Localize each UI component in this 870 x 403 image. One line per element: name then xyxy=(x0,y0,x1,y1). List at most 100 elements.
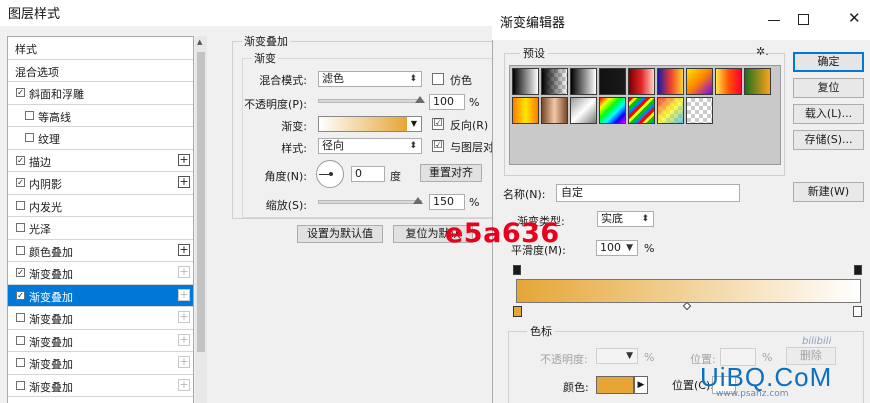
dropdown-arrow-icon[interactable]: ▼ xyxy=(407,117,421,131)
style-checkbox[interactable] xyxy=(16,200,25,210)
load-button[interactable]: 载入(L)... xyxy=(793,104,864,124)
style-checkbox[interactable] xyxy=(25,110,34,120)
style-list-item[interactable]: ✓ 斜面和浮雕 xyxy=(8,82,193,105)
style-checkbox[interactable]: ✓ xyxy=(16,155,25,165)
maximize-icon[interactable] xyxy=(798,14,809,25)
gradient-bar[interactable] xyxy=(516,279,861,303)
style-list-item[interactable]: 样式 xyxy=(8,37,193,60)
gradient-picker[interactable]: ▼ xyxy=(318,116,422,132)
style-list-item[interactable]: 颜色叠加 + xyxy=(8,240,193,262)
style-list-item[interactable]: 渐变叠加 + xyxy=(8,352,193,375)
style-list-item[interactable]: 渐变叠加 + xyxy=(8,330,193,352)
layer-style-titlebar[interactable] xyxy=(0,0,500,26)
preset-fg-bg[interactable] xyxy=(570,68,597,95)
add-effect-icon[interactable]: + xyxy=(178,311,190,323)
add-effect-icon[interactable]: + xyxy=(178,356,190,368)
style-list-item[interactable]: 纹理 xyxy=(8,127,193,150)
color-stop-left[interactable] xyxy=(513,306,522,317)
style-checkbox[interactable] xyxy=(16,313,25,322)
name-input[interactable]: 自定 xyxy=(556,184,740,202)
opacity-input[interactable]: 100 xyxy=(429,94,465,110)
preset-black[interactable] xyxy=(599,68,626,95)
reset-button[interactable]: 复位 xyxy=(793,78,864,98)
close-icon[interactable]: ✕ xyxy=(848,9,861,27)
scale-input[interactable]: 150 xyxy=(429,194,465,210)
play-arrow-icon[interactable]: ▶ xyxy=(634,376,648,394)
style-checkbox[interactable] xyxy=(16,380,25,390)
preset-spectrum[interactable] xyxy=(599,97,626,124)
reverse-checkbox[interactable]: ☑ xyxy=(432,118,444,130)
add-effect-icon[interactable]: + xyxy=(178,153,190,166)
style-checkbox[interactable]: ✓ xyxy=(16,178,25,187)
preset-green-orange[interactable] xyxy=(744,68,771,95)
preset-blue-red-yellow[interactable] xyxy=(657,68,684,95)
angle-dial[interactable] xyxy=(316,160,344,188)
style-list-item[interactable]: ✓ 描边 + xyxy=(8,150,193,172)
style-checkbox[interactable] xyxy=(16,358,25,367)
minimize-icon[interactable] xyxy=(768,20,780,21)
gradient-editor-title: 渐变编辑器 xyxy=(500,16,566,31)
style-checkbox[interactable]: ✓ xyxy=(16,88,25,97)
preset-orange-yellow[interactable] xyxy=(715,68,742,95)
style-item-label: 渐变叠加 xyxy=(29,358,73,371)
gradient-type-value: 实底 xyxy=(601,212,623,225)
style-list-item[interactable]: 等高线 xyxy=(8,105,193,127)
style-list-item[interactable]: 光泽 xyxy=(8,217,193,240)
angle-input[interactable]: 0 xyxy=(351,166,385,182)
style-item-label: 内阴影 xyxy=(29,178,62,191)
add-effect-icon[interactable]: + xyxy=(178,378,190,391)
add-effect-icon[interactable]: + xyxy=(178,176,190,188)
stop-color-swatch[interactable] xyxy=(596,376,634,394)
style-list-item[interactable]: 混合选项 xyxy=(8,60,193,82)
save-button[interactable]: 存储(S)... xyxy=(793,130,864,150)
style-checkbox[interactable]: ✓ xyxy=(16,290,25,300)
updown-arrow-icon: ⬍ xyxy=(641,214,649,224)
opacity-stop-right[interactable] xyxy=(854,265,862,275)
color-stop-right[interactable] xyxy=(853,306,862,317)
gradient-preview[interactable] xyxy=(319,117,407,131)
preset-orange[interactable] xyxy=(512,97,539,124)
gear-icon[interactable]: ✲. xyxy=(756,45,769,58)
smoothness-input[interactable]: 100 ▼ xyxy=(596,240,638,256)
add-effect-icon[interactable]: + xyxy=(178,288,190,301)
preset-yellow-violet[interactable] xyxy=(686,68,713,95)
style-list-item[interactable]: 内发光 xyxy=(8,195,193,217)
gradient-type-select[interactable]: 实底 ⬍ xyxy=(597,211,654,227)
style-select[interactable]: 径向 ⬍ xyxy=(318,138,422,154)
style-list-item[interactable]: ✓ 渐变叠加 + xyxy=(8,284,193,307)
scroll-up-icon[interactable]: ▲ xyxy=(197,38,202,46)
style-list-item[interactable]: ✓ 渐变叠加 + xyxy=(8,262,193,285)
preset-chrome[interactable] xyxy=(570,97,597,124)
preset-fg-transparent[interactable] xyxy=(541,68,568,95)
add-effect-icon[interactable]: + xyxy=(178,243,190,256)
scale-slider[interactable] xyxy=(318,200,422,204)
align-checkbox[interactable]: ☑ xyxy=(432,140,444,152)
style-checkbox[interactable] xyxy=(16,223,25,232)
preset-copper[interactable] xyxy=(541,97,568,124)
reset-align-button[interactable]: 重置对齐 xyxy=(420,164,482,182)
style-list-item[interactable]: 渐变叠加 + xyxy=(8,375,193,397)
style-list-item[interactable]: ✓ 内阴影 + xyxy=(8,172,193,195)
ok-button[interactable]: 确定 xyxy=(793,52,864,72)
scale-slider-thumb[interactable] xyxy=(412,197,423,204)
preset-red[interactable] xyxy=(628,68,655,95)
opacity-slider[interactable] xyxy=(318,99,422,103)
add-effect-icon[interactable]: + xyxy=(178,333,190,346)
preset-black-white[interactable] xyxy=(512,68,539,95)
style-list-item[interactable]: 渐变叠加 + xyxy=(8,307,193,330)
style-checkbox[interactable] xyxy=(16,335,25,345)
new-button[interactable]: 新建(W) xyxy=(793,182,864,202)
make-default-button[interactable]: 设置为默认值 xyxy=(297,225,383,243)
preset-transparent-rainbow[interactable] xyxy=(657,97,684,124)
style-checkbox[interactable] xyxy=(16,245,25,255)
scroll-thumb[interactable] xyxy=(197,52,205,352)
preset-rainbow[interactable] xyxy=(628,97,655,124)
add-effect-icon[interactable]: + xyxy=(178,266,190,278)
blend-mode-select[interactable]: 滤色 ⬍ xyxy=(318,71,422,87)
opacity-stop-left[interactable] xyxy=(513,265,521,275)
preset-transparent-stripes[interactable] xyxy=(686,97,713,124)
style-checkbox[interactable]: ✓ xyxy=(16,268,25,277)
style-checkbox[interactable] xyxy=(25,133,34,142)
opacity-slider-thumb[interactable] xyxy=(415,96,425,103)
dither-checkbox[interactable] xyxy=(432,73,444,85)
